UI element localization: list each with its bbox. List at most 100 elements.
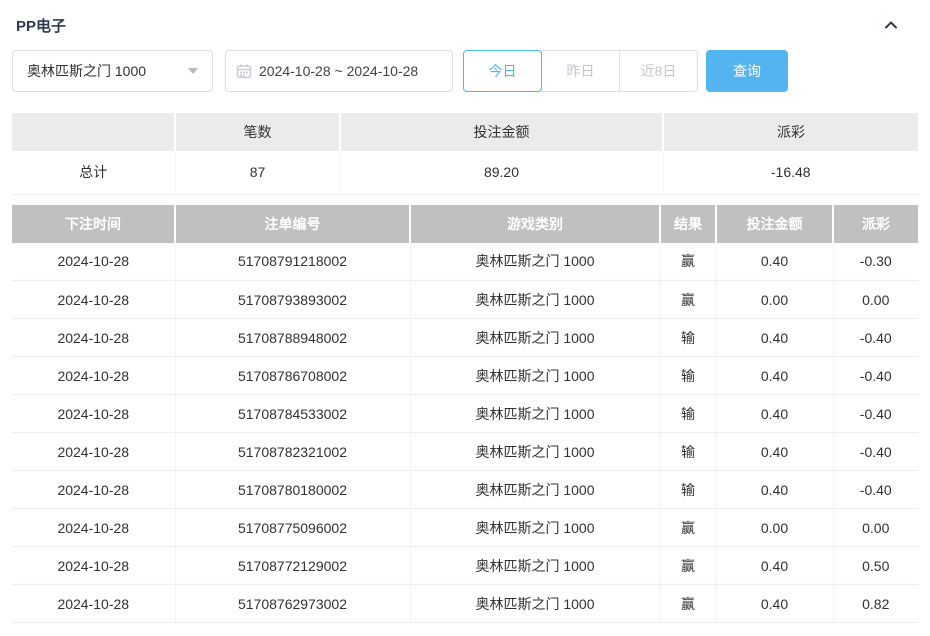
cell-bet-number: 51708784533002 — [175, 395, 410, 433]
cell-bet-time: 2024-10-28 — [12, 357, 175, 395]
cell-bet-number: 51708772129002 — [175, 547, 410, 585]
cell-bet-time: 2024-10-28 — [12, 433, 175, 471]
page-title: PP电子 — [16, 15, 66, 36]
cell-payout: -0.40 — [833, 319, 918, 357]
table-row: 2024-10-28 51708786708002 奥林匹斯之门 1000 输 … — [12, 357, 918, 395]
cell-result: 输 — [660, 357, 716, 395]
game-select-value: 奥林匹斯之门 1000 — [27, 61, 146, 81]
bet-table-body: 2024-10-28 51708791218002 奥林匹斯之门 1000 赢 … — [12, 243, 918, 623]
cell-payout: -0.40 — [833, 395, 918, 433]
col-header-bet-number: 注单编号 — [175, 205, 410, 243]
table-row: 2024-10-28 51708793893002 奥林匹斯之门 1000 赢 … — [12, 281, 918, 319]
cell-bet-amount: 0.40 — [716, 319, 833, 357]
table-row: 2024-10-28 51708784533002 奥林匹斯之门 1000 输 … — [12, 395, 918, 433]
today-button[interactable]: 今日 — [463, 50, 542, 92]
col-header-payout: 派彩 — [833, 205, 918, 243]
cell-game-category: 奥林匹斯之门 1000 — [410, 585, 660, 623]
cell-game-category: 奥林匹斯之门 1000 — [410, 433, 660, 471]
summary-header-blank — [12, 113, 175, 151]
game-select[interactable]: 奥林匹斯之门 1000 — [12, 50, 213, 92]
yesterday-button[interactable]: 昨日 — [541, 50, 620, 92]
cell-bet-time: 2024-10-28 — [12, 471, 175, 509]
summary-total-count: 87 — [175, 151, 340, 194]
summary-total-label: 总计 — [12, 151, 175, 194]
cell-game-category: 奥林匹斯之门 1000 — [410, 471, 660, 509]
cell-result: 赢 — [660, 509, 716, 547]
cell-bet-time: 2024-10-28 — [12, 243, 175, 281]
cell-result: 输 — [660, 395, 716, 433]
pp-electronic-panel: PP电子 奥林匹斯之门 1000 2024-10-28 ~ 2024-10-28… — [0, 0, 930, 623]
cell-game-category: 奥林匹斯之门 1000 — [410, 319, 660, 357]
cell-game-category: 奥林匹斯之门 1000 — [410, 357, 660, 395]
cell-result: 赢 — [660, 281, 716, 319]
cell-bet-number: 51708775096002 — [175, 509, 410, 547]
cell-bet-time: 2024-10-28 — [12, 547, 175, 585]
cell-game-category: 奥林匹斯之门 1000 — [410, 509, 660, 547]
summary-header-bet-amount: 投注金额 — [340, 113, 663, 151]
table-row: 2024-10-28 51708775096002 奥林匹斯之门 1000 赢 … — [12, 509, 918, 547]
cell-bet-amount: 0.00 — [716, 281, 833, 319]
table-row: 2024-10-28 51708791218002 奥林匹斯之门 1000 赢 … — [12, 243, 918, 281]
cell-payout: -0.30 — [833, 243, 918, 281]
cell-payout: -0.40 — [833, 433, 918, 471]
cell-payout: 0.82 — [833, 585, 918, 623]
date-range-picker[interactable]: 2024-10-28 ~ 2024-10-28 — [225, 50, 453, 92]
cell-payout: -0.40 — [833, 357, 918, 395]
summary-table: 笔数 投注金额 派彩 总计 87 89.20 -16.48 — [12, 113, 918, 195]
summary-total-bet-amount: 89.20 — [340, 151, 663, 194]
cell-payout: 0.00 — [833, 509, 918, 547]
collapse-button[interactable] — [878, 12, 904, 38]
table-row: 2024-10-28 51708772129002 奥林匹斯之门 1000 赢 … — [12, 547, 918, 585]
cell-payout: 0.00 — [833, 281, 918, 319]
cell-result: 输 — [660, 433, 716, 471]
calendar-icon — [236, 63, 252, 79]
cell-result: 输 — [660, 471, 716, 509]
table-row: 2024-10-28 51708780180002 奥林匹斯之门 1000 输 … — [12, 471, 918, 509]
cell-bet-time: 2024-10-28 — [12, 319, 175, 357]
cell-bet-amount: 0.00 — [716, 509, 833, 547]
cell-bet-number: 51708780180002 — [175, 471, 410, 509]
cell-bet-number: 51708782321002 — [175, 433, 410, 471]
last-8-days-button[interactable]: 近8日 — [619, 50, 698, 92]
cell-bet-amount: 0.40 — [716, 547, 833, 585]
summary-total-payout: -16.48 — [663, 151, 918, 194]
cell-payout: -0.40 — [833, 471, 918, 509]
quick-date-button-group: 今日 昨日 近8日 — [463, 50, 698, 92]
table-row: 2024-10-28 51708788948002 奥林匹斯之门 1000 输 … — [12, 319, 918, 357]
cell-game-category: 奥林匹斯之门 1000 — [410, 395, 660, 433]
cell-bet-amount: 0.40 — [716, 471, 833, 509]
table-row: 2024-10-28 51708782321002 奥林匹斯之门 1000 输 … — [12, 433, 918, 471]
cell-result: 赢 — [660, 547, 716, 585]
summary-total-row: 总计 87 89.20 -16.48 — [12, 151, 918, 194]
cell-game-category: 奥林匹斯之门 1000 — [410, 547, 660, 585]
table-row: 2024-10-28 51708762973002 奥林匹斯之门 1000 赢 … — [12, 585, 918, 623]
summary-header-payout: 派彩 — [663, 113, 918, 151]
cell-bet-amount: 0.40 — [716, 357, 833, 395]
filter-bar: 奥林匹斯之门 1000 2024-10-28 ~ 2024-10-28 今日 昨… — [12, 50, 918, 92]
bet-table-header-row: 下注时间 注单编号 游戏类别 结果 投注金额 派彩 — [12, 205, 918, 243]
col-header-bet-amount: 投注金额 — [716, 205, 833, 243]
cell-game-category: 奥林匹斯之门 1000 — [410, 243, 660, 281]
col-header-result: 结果 — [660, 205, 716, 243]
cell-bet-amount: 0.40 — [716, 585, 833, 623]
cell-bet-time: 2024-10-28 — [12, 281, 175, 319]
cell-payout: 0.50 — [833, 547, 918, 585]
cell-bet-number: 51708791218002 — [175, 243, 410, 281]
caret-down-icon — [188, 68, 198, 74]
query-button[interactable]: 查询 — [706, 50, 788, 92]
cell-bet-number: 51708788948002 — [175, 319, 410, 357]
col-header-game-category: 游戏类别 — [410, 205, 660, 243]
cell-bet-number: 51708762973002 — [175, 585, 410, 623]
summary-header-count: 笔数 — [175, 113, 340, 151]
col-header-bet-time: 下注时间 — [12, 205, 175, 243]
cell-result: 输 — [660, 319, 716, 357]
chevron-up-icon — [882, 16, 900, 34]
cell-bet-amount: 0.40 — [716, 395, 833, 433]
cell-bet-number: 51708793893002 — [175, 281, 410, 319]
cell-bet-time: 2024-10-28 — [12, 585, 175, 623]
summary-header-row: 笔数 投注金额 派彩 — [12, 113, 918, 151]
cell-bet-number: 51708786708002 — [175, 357, 410, 395]
panel-header: PP电子 — [12, 0, 918, 44]
cell-bet-amount: 0.40 — [716, 243, 833, 281]
cell-bet-amount: 0.40 — [716, 433, 833, 471]
